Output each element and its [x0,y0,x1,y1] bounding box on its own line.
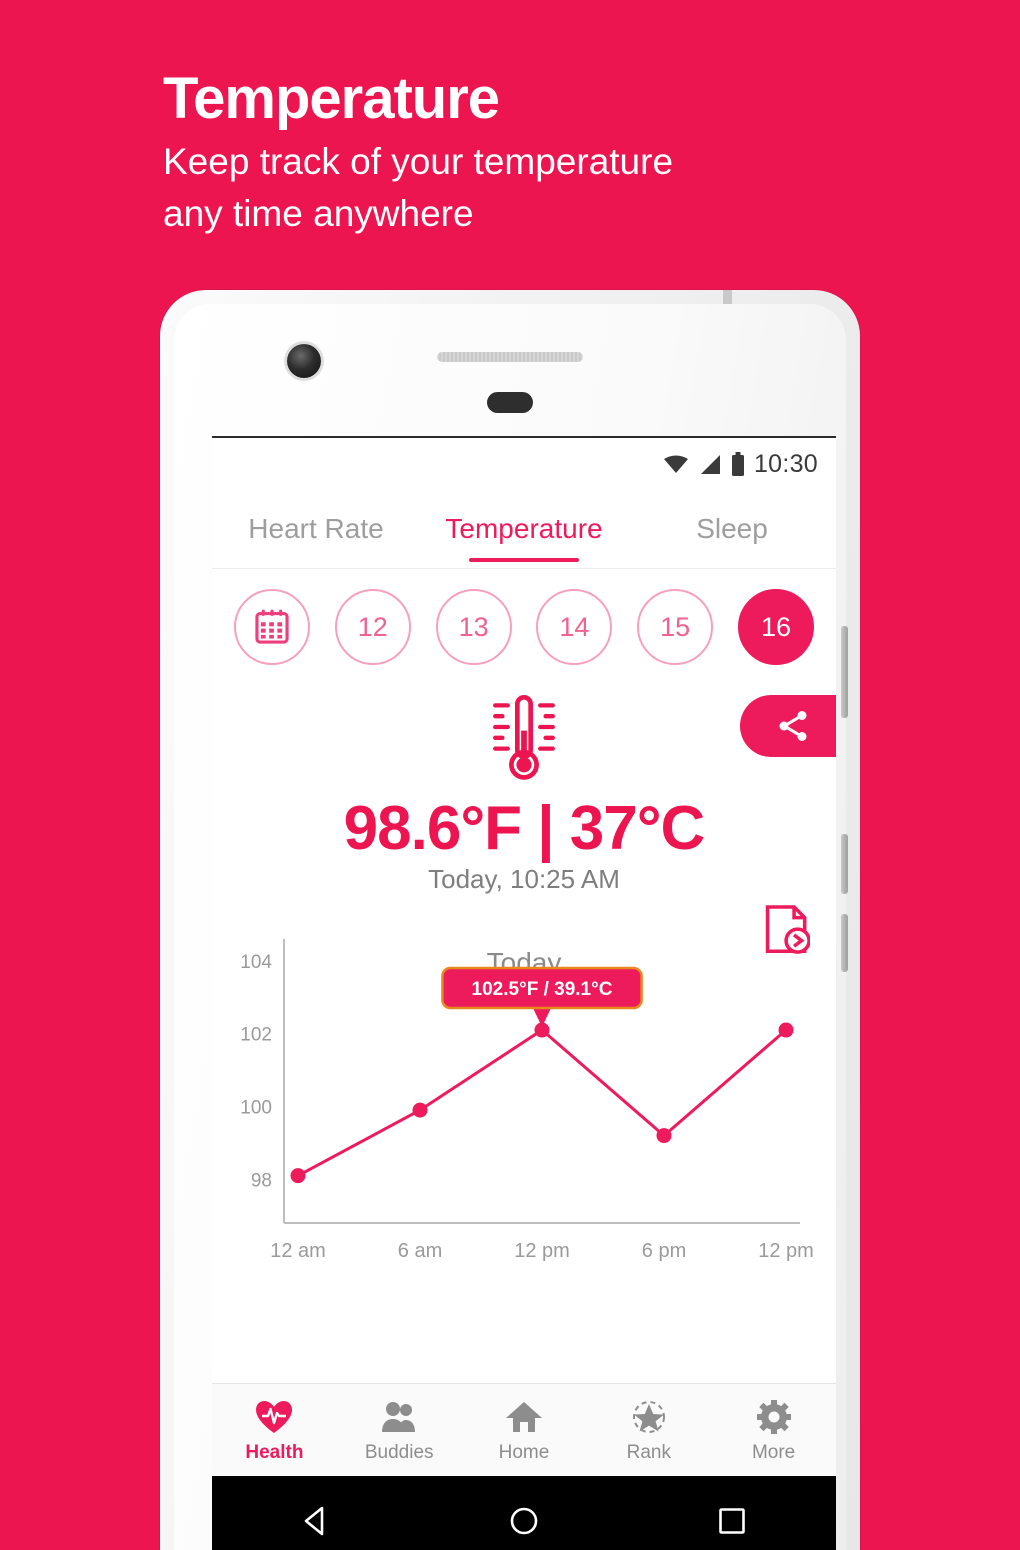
heart-pulse-icon [212,1397,337,1437]
x-tick-0: 12 am [270,1240,326,1262]
chart-point-0[interactable] [290,1168,306,1184]
svg-text:104: 104 [240,952,272,973]
share-button[interactable] [740,695,836,757]
nav-label-more: More [751,1441,796,1463]
calendar-button[interactable] [234,589,310,665]
bottom-navigation: Health Buddies Home Rank More [212,1383,836,1476]
gear-icon [711,1397,836,1437]
recents-button[interactable] [715,1504,749,1538]
status-bar-clock: 10:30 [753,449,818,478]
x-axis-labels: 12 am 6 am 12 pm 6 pm 12 pm [270,1240,814,1262]
date-option-14[interactable]: 14 [536,589,613,665]
nav-item-health[interactable]: Health [212,1397,337,1464]
share-icon [779,711,807,741]
tab-heart-rate[interactable]: Heart Rate [212,490,420,568]
svg-text:98: 98 [251,1170,272,1191]
tab-heart-rate-label: Heart Rate [248,513,384,544]
temperature-value: 98.6°F | 37°C [343,794,706,863]
date-option-15[interactable]: 15 [637,589,714,665]
promo-subtitle-line1: Keep track of your temperature [163,141,674,182]
x-tick-2: 12 pm [514,1240,570,1262]
people-icon [337,1397,462,1437]
promo-header: Temperature Keep track of your temperatu… [163,68,923,240]
nav-item-more[interactable]: More [711,1397,836,1464]
chart-line [297,1028,787,1178]
tab-sleep[interactable]: Sleep [628,490,836,568]
svg-text:102.5°F / 39.1°C: 102.5°F / 39.1°C [472,979,613,1000]
earpiece-speaker [437,352,583,362]
tab-sleep-label: Sleep [696,513,768,544]
phone-screen: 10:30 Heart Rate Temperature Sleep 12 13… [212,436,836,1550]
chart-point-3[interactable] [656,1128,672,1144]
tab-temperature[interactable]: Temperature [420,490,628,568]
chart-canvas: 104 102 100 98 102.5°F / 39.1°C 12 am 6 a… [240,939,814,1262]
temperature-chart: Today 104 102 100 98 102.5°F / 39.1°C 12… [212,905,836,1301]
date-option-16[interactable]: 16 [737,589,814,665]
tab-bar: Heart Rate Temperature Sleep [212,490,836,568]
temperature-timestamp: Today, 10:25 AM [428,864,620,894]
date-selector: 12 13 14 15 16 [212,569,836,673]
nav-item-buddies[interactable]: Buddies [337,1397,462,1464]
phone-mockup: 10:30 Heart Rate Temperature Sleep 12 13… [160,290,860,1550]
back-button[interactable] [299,1504,333,1538]
x-tick-4: 12 pm [758,1240,814,1262]
nav-label-rank: Rank [626,1441,671,1463]
phone-bezel: 10:30 Heart Rate Temperature Sleep 12 13… [174,304,848,1550]
promo-title: Temperature [163,66,500,131]
tab-temperature-label: Temperature [445,513,603,544]
chart-points[interactable] [290,1022,794,1184]
wifi-icon [663,455,688,473]
front-camera-icon [287,344,321,378]
home-icon [462,1397,587,1437]
power-button[interactable] [841,834,848,894]
chart-point-4[interactable] [778,1022,794,1038]
promo-subtitle-line2: any time anywhere [163,193,474,234]
x-tick-3: 6 pm [642,1240,686,1262]
status-bar: 10:30 [212,438,836,490]
nav-label-health: Health [245,1441,304,1463]
nav-label-buddies: Buddies [364,1441,434,1463]
nav-item-home[interactable]: Home [462,1397,587,1464]
current-reading: 98.6°F | 37°C Today, 10:25 AM [212,673,836,895]
chart-point-1[interactable] [412,1102,428,1118]
chart-tooltip: 102.5°F / 39.1°C [441,966,643,1028]
date-option-13[interactable]: 13 [435,589,512,665]
sensor-pill [487,392,533,413]
calendar-icon [255,609,289,644]
android-nav-bar [212,1476,836,1550]
svg-text:102: 102 [240,1025,272,1046]
home-button[interactable] [507,1504,541,1538]
star-icon [586,1397,711,1437]
volume-rocker[interactable] [841,626,848,718]
x-tick-1: 6 am [398,1240,442,1262]
nav-item-rank[interactable]: Rank [586,1397,711,1464]
nav-label-home: Home [498,1441,550,1463]
signal-icon [700,454,720,474]
battery-icon [731,452,744,476]
date-option-12[interactable]: 12 [334,589,411,665]
side-button-extra[interactable] [841,914,848,972]
thermometer-icon [493,694,555,780]
svg-text:100: 100 [240,1097,272,1118]
